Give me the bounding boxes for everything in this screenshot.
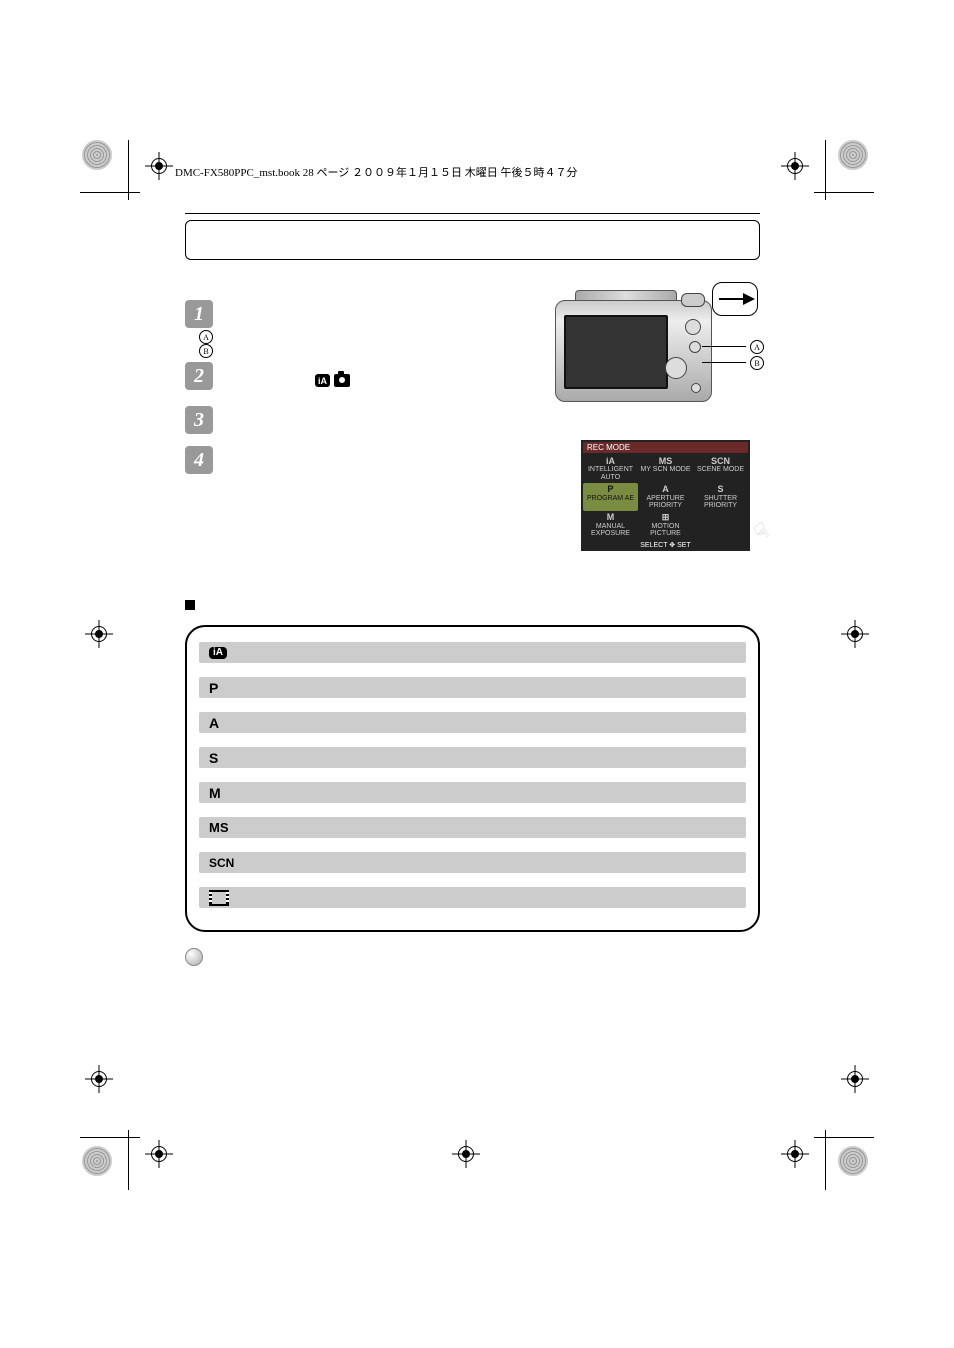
movie-icon — [209, 890, 229, 906]
pointer-hand-icon: ☟ — [749, 518, 774, 547]
step-3-badge: 3 — [185, 406, 213, 434]
page-content: 1 A B 2 3 4 iA — [185, 213, 760, 971]
section-title-box — [185, 220, 760, 260]
steps-area: 1 A B 2 3 4 iA — [185, 300, 760, 600]
ia-badge-icon: iA — [209, 647, 227, 659]
step-2-badge: 2 — [185, 362, 213, 390]
step1-sub-a: A — [199, 330, 213, 344]
rec-mode-menu: REC MODE iAINTELLIGENT AUTO MSMY SCN MOD… — [581, 440, 750, 551]
mode-item-movie — [199, 887, 746, 908]
camera-icon — [334, 374, 350, 387]
step1-sub-b: B — [199, 344, 213, 358]
callout-b: B — [750, 356, 764, 370]
mode-item-s: S — [199, 747, 746, 768]
step-1-badge: 1 — [185, 300, 213, 328]
ia-icon: iA — [315, 374, 330, 387]
list-bullet-icon — [185, 600, 195, 610]
step-4-badge: 4 — [185, 446, 213, 474]
step2-icons: iA — [315, 372, 350, 390]
rule-top — [185, 213, 760, 214]
camera-illustration: A B REC MODE iAINTELLIGENT AUTO MSMY SCN… — [555, 300, 760, 402]
print-header: DMC-FX580PPC_mst.book 28 ページ ２００９年１月１５日 … — [175, 164, 578, 180]
mode-item-scn: SCN — [199, 852, 746, 873]
mode-item-m: M — [199, 782, 746, 803]
mode-item-p: P — [199, 677, 746, 698]
mode-list-box: iA P A S M MS SCN — [185, 625, 760, 932]
mode-item-ms: MS — [199, 817, 746, 838]
mode-item-ia: iA — [199, 642, 746, 663]
callout-a: A — [750, 340, 764, 354]
rec-mode-title: REC MODE — [583, 442, 748, 453]
note-icon — [185, 948, 203, 966]
power-on-callout — [712, 282, 758, 316]
mode-item-a: A — [199, 712, 746, 733]
